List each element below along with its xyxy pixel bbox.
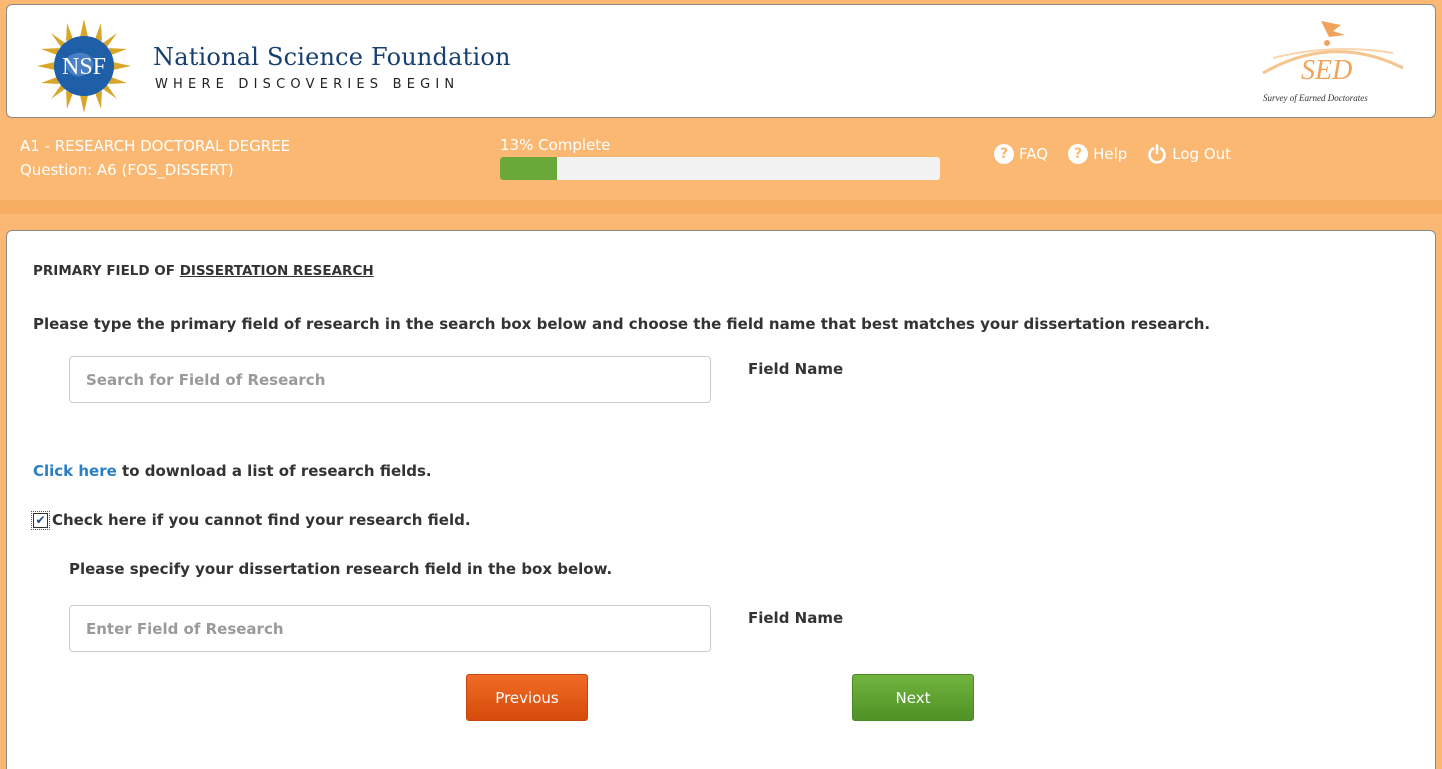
divider-band (0, 200, 1442, 214)
org-tagline: WHERE DISCOVERIES BEGIN (155, 77, 460, 92)
cannot-find-checkbox[interactable]: ✔ (31, 510, 50, 530)
progress-label: 13% Complete (500, 136, 611, 154)
help-label: Help (1093, 145, 1128, 163)
site-header: NSF National Science Foundation WHERE DI… (6, 4, 1436, 118)
previous-button[interactable]: Previous (466, 674, 588, 721)
faq-label: FAQ (1019, 145, 1049, 163)
question-label: Question: A6 (FOS_DISSERT) (20, 161, 234, 179)
progress-bar (500, 157, 940, 180)
section-label: A1 - RESEARCH DOCTORAL DEGREE (20, 137, 291, 155)
logout-link[interactable]: Log Out (1147, 144, 1231, 164)
faq-link[interactable]: ? FAQ (994, 144, 1048, 164)
question-icon: ? (994, 144, 1014, 164)
download-list-link[interactable]: Click here (33, 462, 117, 480)
power-icon (1148, 144, 1167, 164)
specify-text: Please specify your dissertation researc… (69, 560, 613, 578)
question-title: PRIMARY FIELD OF DISSERTATION RESEARCH (33, 263, 374, 279)
org-name: National Science Foundation (153, 43, 511, 71)
cannot-find-row: ✔ Check here if you cannot find your res… (31, 510, 471, 530)
question-icon: ? (1068, 144, 1089, 164)
field-name-label: Field Name (748, 360, 844, 378)
top-nav: ? FAQ ? Help Log Out (994, 144, 1231, 164)
logout-label: Log Out (1172, 145, 1232, 163)
download-line: Click here to download a list of researc… (33, 462, 432, 480)
nsf-logo: NSF (37, 19, 131, 113)
progress-fill (500, 157, 558, 180)
help-link[interactable]: ? Help (1068, 144, 1127, 164)
next-button[interactable]: Next (852, 674, 974, 721)
question-card: PRIMARY FIELD OF DISSERTATION RESEARCH P… (6, 230, 1436, 769)
enter-field-input[interactable] (69, 605, 711, 652)
download-text: to download a list of research fields. (116, 462, 432, 480)
cannot-find-label: Check here if you cannot find your resea… (52, 511, 471, 529)
sed-logo-text: SED (1301, 55, 1353, 86)
sed-logo-subtitle: Survey of Earned Doctorates (1263, 93, 1368, 103)
question-title-plain: PRIMARY FIELD OF (33, 263, 180, 279)
search-field-input[interactable] (69, 356, 711, 403)
svg-text:NSF: NSF (62, 54, 106, 80)
question-title-underlined: DISSERTATION RESEARCH (179, 263, 374, 279)
instructions-text: Please type the primary field of researc… (33, 315, 1211, 333)
field-name-label-2: Field Name (748, 609, 844, 627)
